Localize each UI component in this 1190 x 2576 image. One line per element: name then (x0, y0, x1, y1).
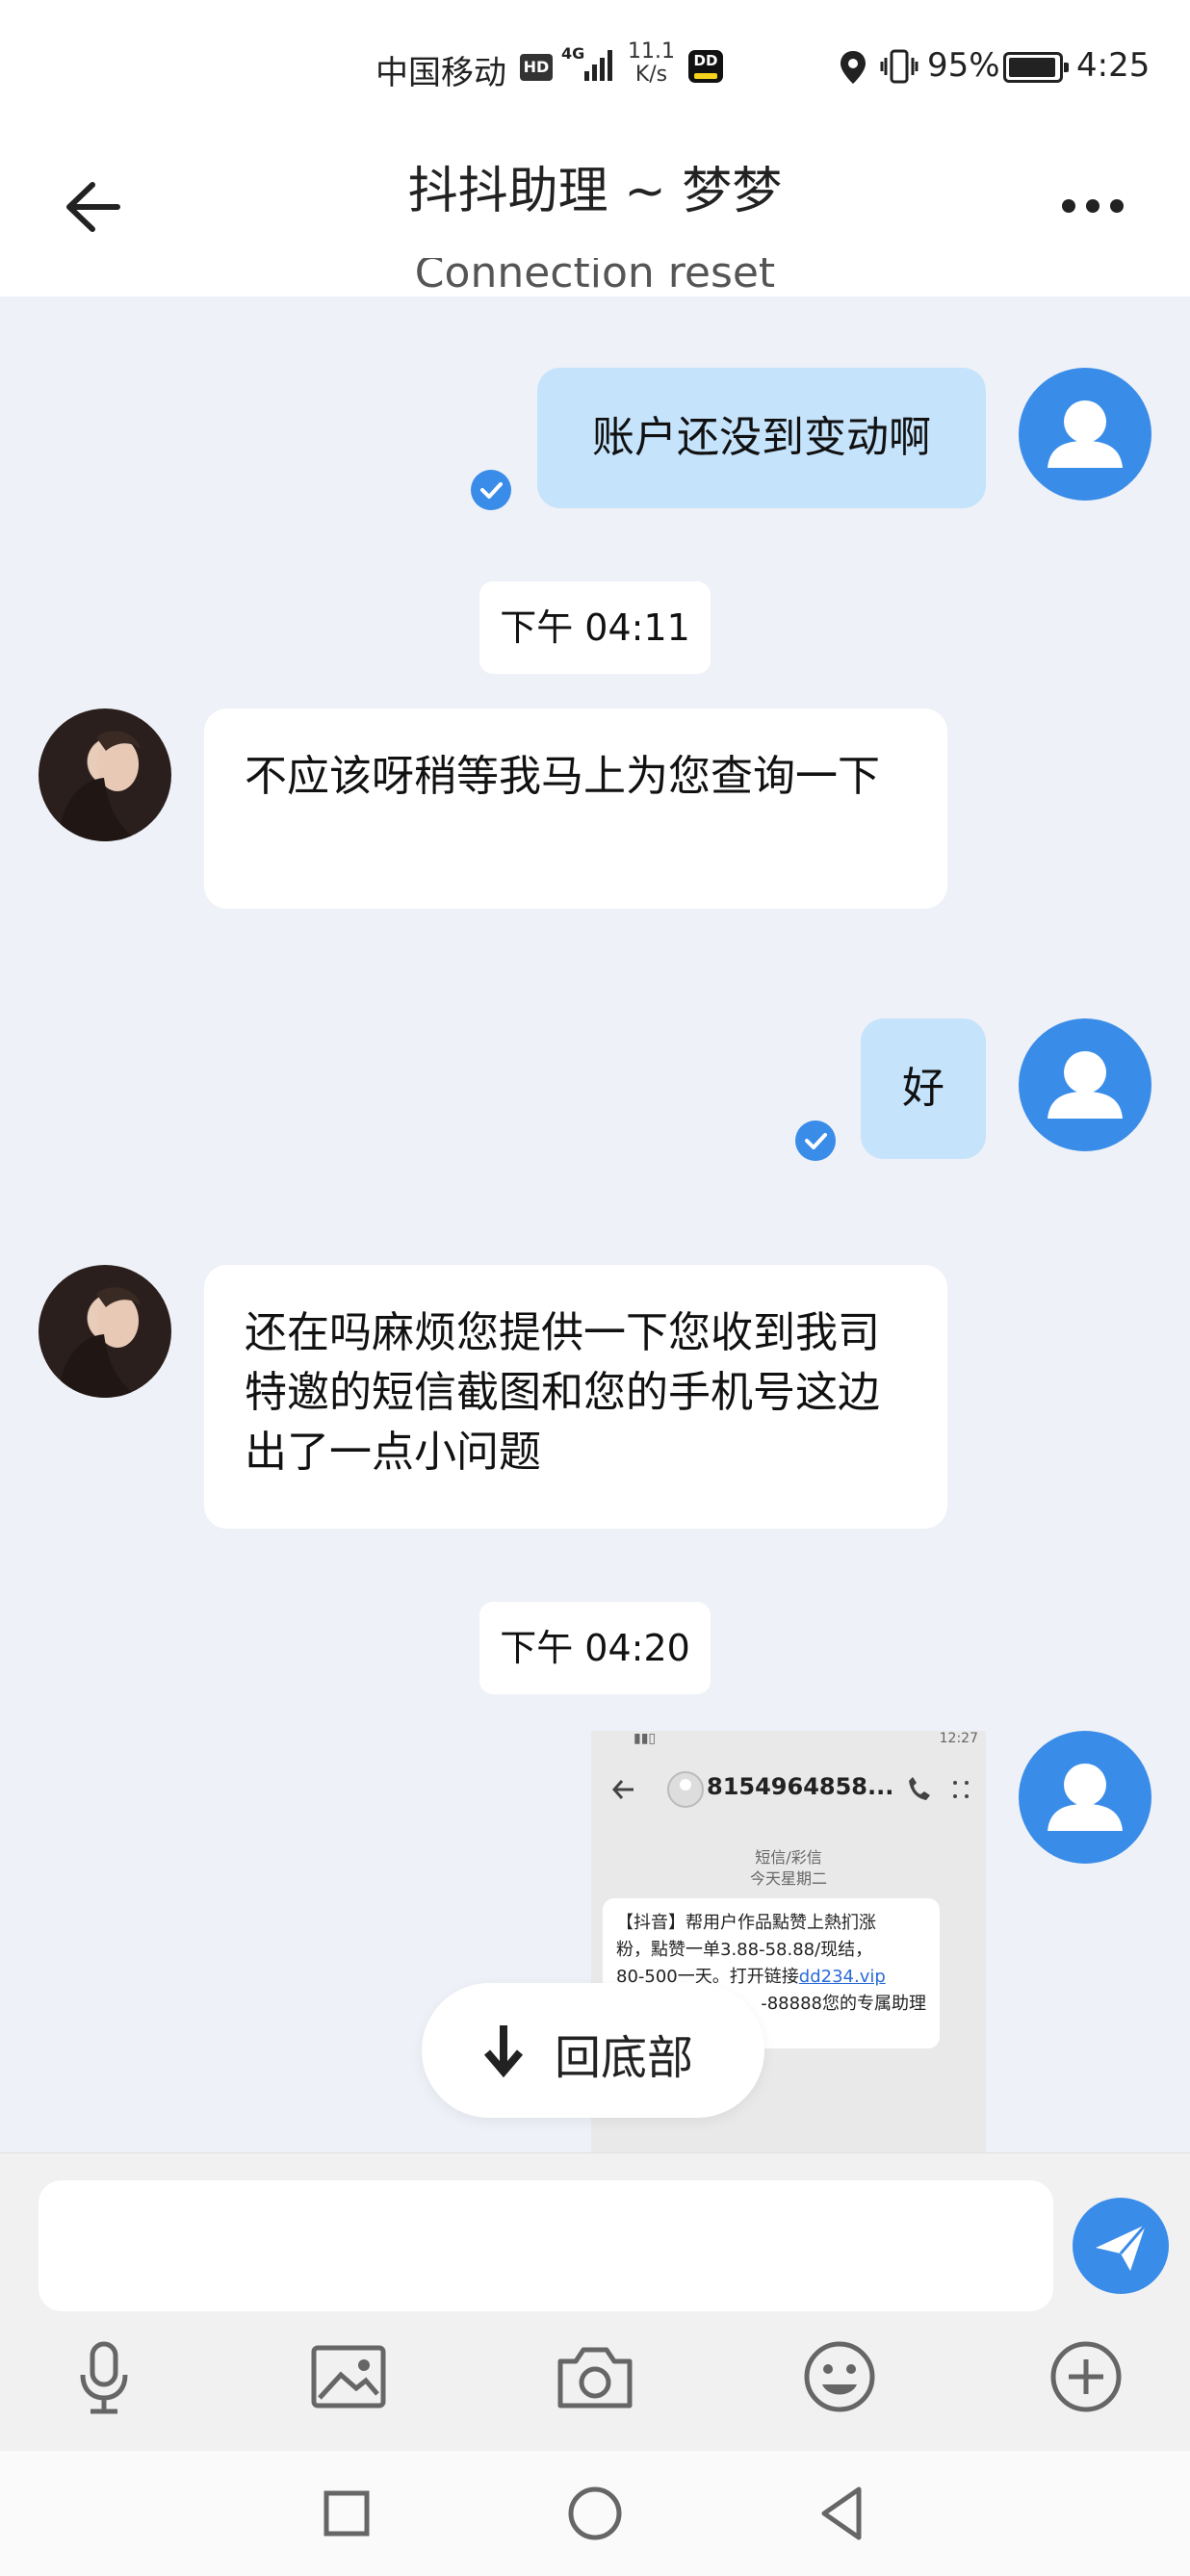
speed-unit: K/s (634, 63, 668, 87)
signal-icon (584, 50, 612, 81)
scroll-to-bottom-label: 回底部 (555, 2031, 694, 2085)
carrier-label: 中国移动 (375, 54, 506, 92)
network-type: 4G (561, 44, 585, 63)
contact-message-bubble[interactable]: 还在吗麻烦您提供一下您收到我司特邀的短信截图和您的手机号这边出了一点小问题 (204, 1265, 947, 1529)
speed-value: 11.1 (628, 39, 675, 64)
home-icon[interactable] (561, 2480, 629, 2547)
app-notification-icon: DD (688, 50, 723, 83)
status-bar: 中国移动 HD 4G 11.1 K/s DD 95% 4:25 (0, 0, 1190, 135)
send-icon (1096, 2224, 1148, 2271)
message-list[interactable]: 账户还没到变动啊 下午 04:11 不应该呀稍等我马上为您查询一下 好 还在吗麻… (0, 296, 1190, 2152)
camera-icon[interactable] (555, 2336, 635, 2417)
battery-percent: 95% (927, 46, 1000, 85)
contact-avatar[interactable] (39, 708, 171, 841)
vibrate-icon (880, 49, 918, 84)
my-avatar[interactable] (1019, 1018, 1151, 1151)
send-button[interactable] (1073, 2198, 1169, 2294)
network-speed: 11.1 K/s (628, 40, 675, 87)
read-check-icon (471, 470, 511, 510)
my-message-bubble[interactable]: 好 (861, 1018, 986, 1159)
user-silhouette-icon (1048, 1764, 1123, 1831)
arrow-down-icon (483, 2025, 524, 2077)
screenshot-signal: ▮▮▯ (634, 1731, 657, 1746)
connection-notice: Connection reset (0, 258, 1190, 296)
timestamp: 下午 04:20 (479, 1602, 711, 1694)
message-type-label: 短信/彩信 (755, 1848, 822, 1867)
contact-photo (58, 1287, 141, 1398)
system-nav-bar (0, 2451, 1190, 2576)
microphone-icon[interactable] (64, 2336, 144, 2417)
clock: 4:25 (1076, 46, 1151, 85)
screenshot-time: 12:27 (939, 1731, 978, 1746)
connection-notice-text: Connection reset (414, 258, 776, 296)
scroll-to-bottom-button[interactable]: 回底部 (422, 1983, 764, 2118)
recents-icon[interactable] (313, 2480, 380, 2547)
hd-badge: HD (520, 54, 553, 81)
my-message-bubble[interactable]: 账户还没到变动啊 (537, 368, 986, 508)
chat-title: 抖抖助理 ~ 梦梦 (407, 163, 783, 220)
composer (0, 2152, 1190, 2451)
more-options-icon[interactable] (1059, 189, 1126, 223)
emoji-icon[interactable] (799, 2336, 880, 2417)
location-icon (841, 51, 866, 84)
chat-header: 抖抖助理 ~ 梦梦 Connection reset (0, 135, 1190, 296)
contact-avatar[interactable] (39, 1265, 171, 1398)
sms-line: 【抖音】帮用户作品點赞上熱扪涨 (616, 1913, 876, 1933)
battery-icon (1003, 52, 1069, 83)
screenshot-status-bar: ▮▮▯ 12:27 (591, 1731, 986, 1746)
contact-photo (58, 731, 141, 841)
contact-message-bubble[interactable]: 不应该呀稍等我马上为您查询一下 (204, 708, 947, 909)
my-avatar[interactable] (1019, 368, 1151, 501)
read-check-icon (795, 1121, 836, 1161)
sender-number: 8154964858... (707, 1773, 894, 1800)
image-icon[interactable] (308, 2336, 389, 2417)
plus-circle-icon[interactable] (1046, 2336, 1126, 2417)
message-input[interactable] (39, 2180, 1053, 2311)
sms-line: 粉，點赞一单3.88-58.88/现结， (616, 1940, 873, 1960)
my-avatar[interactable] (1019, 1731, 1151, 1864)
user-silhouette-icon (1048, 1051, 1123, 1119)
day-label: 今天星期二 (749, 1869, 827, 1888)
back-triangle-icon[interactable] (809, 2480, 876, 2547)
timestamp: 下午 04:11 (479, 581, 711, 674)
user-silhouette-icon (1048, 400, 1123, 468)
sms-link: dd234.vip (798, 1967, 886, 1987)
